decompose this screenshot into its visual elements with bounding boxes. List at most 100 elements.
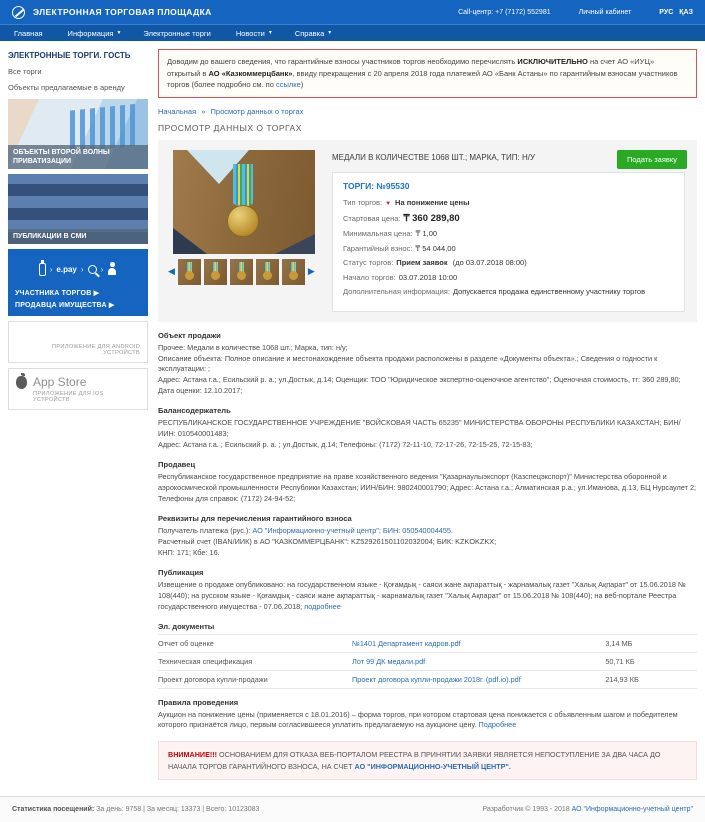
auction-card: ◀ ▶ МЕДАЛИ В КОЛИЧЕСТВЕ 1068 ШТ.; МАРКА,…	[158, 140, 697, 322]
lang-rus-link[interactable]: РУС	[659, 9, 673, 16]
deposit-row: Гарантийный взнос:₸ 54 044,00	[343, 244, 674, 253]
lang-kaz-link[interactable]: ҚАЗ	[679, 9, 693, 16]
next-photo-arrow[interactable]: ▶	[308, 267, 315, 276]
section-heading: Публикация	[158, 568, 697, 577]
sidebar-item-rent-objects[interactable]: Объекты предлагаемые в аренду	[8, 83, 148, 92]
banner-privatization-caption: ОБЪЕКТЫ ВТОРОЙ ВОЛНЫ ПРИВАТИЗАЦИИ	[8, 145, 148, 169]
attention-warning: ВНИМАНИЕ!!! ОСНОВАНИЕМ ДЛЯ ОТКАЗА ВЕБ-ПО…	[158, 741, 697, 779]
table-row: Техническая спецификация Лот 99 ДК медал…	[158, 652, 697, 670]
chevron-down-icon: ▼	[327, 30, 332, 36]
guide-seller-link[interactable]: ПРОДАВЦА ИМУЩЕСТВА ▶	[15, 301, 141, 309]
sidebar-heading: ЭЛЕКТРОННЫЕ ТОРГИ. ГОСТЬ	[8, 51, 148, 60]
section-heading: Объект продажи	[158, 331, 697, 340]
table-row: Проект договора купли-продажи Проект дог…	[158, 670, 697, 688]
documents-table: Отчет об оценке №1401 Департамент кадров…	[158, 634, 697, 689]
sidebar: ЭЛЕКТРОННЫЕ ТОРГИ. ГОСТЬ Все торги Объек…	[8, 49, 148, 780]
site-footer: Статистика посещений: За день: 9758 | За…	[0, 796, 705, 822]
section-seller: Продавец Республиканское государственное…	[158, 460, 697, 505]
banner-media-caption: ПУБЛИКАЦИИ В СМИ	[8, 229, 148, 244]
chevron-down-icon: ▼	[268, 30, 273, 36]
visit-stats: Статистика посещений: За день: 9758 | За…	[12, 806, 259, 813]
document-link[interactable]: №1401 Департамент кадров.pdf	[352, 639, 461, 648]
min-price-row: Минимальная цена:₸ 1,00	[343, 229, 674, 238]
arrow-right-icon: ›	[50, 265, 53, 274]
warning-iuc-link[interactable]: АО "ИНФОРМАЦИОННО-УЧЕТНЫЙ ЦЕНТР".	[354, 762, 510, 771]
banner-privatization[interactable]: ОБЪЕКТЫ ВТОРОЙ ВОЛНЫ ПРИВАТИЗАЦИИ	[8, 99, 148, 169]
page-title: ПРОСМОТР ДАННЫХ О ТОРГАХ	[158, 123, 697, 133]
photo-thumbnails: ◀ ▶	[168, 259, 320, 285]
developer-credit: Разработчик © 1993 - 2018 АО "Информацио…	[482, 806, 693, 813]
prev-photo-arrow[interactable]: ◀	[168, 267, 175, 276]
appstore-title: App Store	[33, 375, 86, 389]
section-heading: Правила проведения	[158, 698, 697, 707]
usb-token-icon	[39, 263, 46, 276]
medal-ribbon	[233, 164, 253, 210]
photo-thumbnail[interactable]	[230, 259, 253, 285]
site-header: ЭЛЕКТРОННАЯ ТОРГОВАЯ ПЛОЩАДКА Call-центр…	[0, 0, 705, 41]
medal-disc	[227, 205, 259, 237]
developer-link[interactable]: АО "Информационно-учетный центр"	[572, 806, 693, 813]
section-holder: Балансодержатель РЕСПУБЛИКАНСКОЕ ГОСУДАР…	[158, 406, 697, 451]
chevron-down-icon: ▼	[116, 30, 121, 36]
site-logo-icon[interactable]	[12, 6, 25, 19]
nav-item-information[interactable]: Информация▼	[68, 29, 122, 38]
nav-item-news[interactable]: Новости▼	[236, 29, 273, 38]
nav-item-etorgi[interactable]: Электронные торги	[143, 29, 213, 38]
sidebar-item-all-torgi[interactable]: Все торги	[8, 67, 148, 76]
nav-item-help[interactable]: Справка▼	[295, 29, 332, 38]
document-link[interactable]: Лот 99 ДК медали.pdf	[352, 657, 425, 666]
nav-item-home[interactable]: Главная	[14, 29, 46, 38]
photo-thumbnail[interactable]	[204, 259, 227, 285]
main-nav: Главная Информация▼ Электронные торги Но…	[0, 24, 705, 41]
section-heading: Эл. документы	[158, 622, 697, 631]
appstore-banner[interactable]: App Store ПРИЛОЖЕНИЕ ДЛЯ IOS УСТРОЙСТВ	[8, 368, 148, 410]
section-documents: Эл. документы Отчет об оценке №1401 Депа…	[158, 622, 697, 689]
call-center-text: Call-центр: +7 (7172) 552981	[458, 9, 551, 16]
lot-photo[interactable]	[173, 150, 315, 254]
payee-link[interactable]: АО "Информационно-учетный центр"; БИН: 0…	[252, 526, 453, 535]
publication-more-link[interactable]: подробнее	[304, 602, 341, 611]
breadcrumb-current-link[interactable]: Просмотр данных о торгах	[211, 107, 304, 116]
section-object: Объект продажи Прочее: Медали в количест…	[158, 331, 697, 398]
arrow-right-icon: ›	[101, 265, 104, 274]
start-time-row: Начало торгов:03.07.2018 10:00	[343, 273, 674, 282]
section-rules: Правила проведения Аукцион на понижение …	[158, 698, 697, 732]
breadcrumb-home-link[interactable]: Начальная	[158, 107, 196, 116]
lot-title: МЕДАЛИ В КОЛИЧЕСТВЕ 1068 ШТ.; МАРКА, ТИП…	[332, 152, 605, 163]
notice-link[interactable]: ссылке	[276, 80, 301, 89]
android-app-label: ПРИЛОЖЕНИЕ ДЛЯ ANDROID УСТРОЙСТВ	[16, 344, 140, 356]
photo-thumbnail[interactable]	[178, 259, 201, 285]
apple-logo-icon	[16, 376, 27, 389]
status-row: Статус торгов:Прием заявок (до 03.07.201…	[343, 258, 674, 267]
android-app-banner[interactable]: ПРИЛОЖЕНИЕ ДЛЯ ANDROID УСТРОЙСТВ	[8, 321, 148, 363]
search-icon	[88, 265, 97, 274]
winner-person-icon	[107, 262, 117, 276]
banner-media-publications[interactable]: ПУБЛИКАЦИИ В СМИ	[8, 174, 148, 244]
section-heading: Продавец	[158, 460, 697, 469]
torgi-info-box: ТОРГИ: №95530 Тип торгов:▼На понижение ц…	[332, 172, 685, 312]
attention-label: ВНИМАНИЕ!!!	[168, 750, 217, 759]
epay-logo: e.pay	[56, 265, 76, 274]
guide-bidder-link[interactable]: УЧАСТНИКА ТОРГОВ ▶	[15, 289, 141, 297]
brand-title: ЭЛЕКТРОННАЯ ТОРГОВАЯ ПЛОЩАДКА	[33, 7, 212, 17]
table-row: Отчет об оценке №1401 Департамент кадров…	[158, 634, 697, 652]
main-content: Доводим до вашего сведения, что гарантий…	[158, 49, 697, 780]
section-requisites: Реквизиты для перечисления гарантийного …	[158, 514, 697, 559]
photo-thumbnail[interactable]	[282, 259, 305, 285]
guarantee-notice: Доводим до вашего сведения, что гарантий…	[158, 49, 697, 98]
torgi-type-row: Тип торгов:▼На понижение цены	[343, 198, 674, 207]
document-link[interactable]: Проект договора купли-продажи 2018г. (pd…	[352, 675, 521, 684]
photo-thumbnail[interactable]	[256, 259, 279, 285]
breadcrumb: Начальная » Просмотр данных о торгах	[158, 107, 697, 116]
arrow-right-icon: ›	[81, 265, 84, 274]
section-publication: Публикация Извещение о продаже опубликов…	[158, 568, 697, 613]
ios-app-label: ПРИЛОЖЕНИЕ ДЛЯ IOS УСТРОЙСТВ	[33, 391, 140, 403]
down-arrow-icon: ▼	[385, 201, 391, 207]
additional-info-row: Дополнительная информация:Допускается пр…	[343, 287, 674, 296]
rules-more-link[interactable]: Подробнее	[478, 720, 516, 729]
personal-cabinet-link[interactable]: Личный кабинет	[579, 9, 632, 16]
torgi-number: ТОРГИ: №95530	[343, 181, 674, 191]
start-price-row: Стартовая цена:₸ 360 289,80	[343, 213, 674, 224]
apply-button[interactable]: Подать заявку	[617, 150, 687, 169]
epay-instruction-banner: › e.pay › › УЧАСТНИКА ТОРГОВ ▶ ПРОДАВЦА …	[8, 249, 148, 316]
